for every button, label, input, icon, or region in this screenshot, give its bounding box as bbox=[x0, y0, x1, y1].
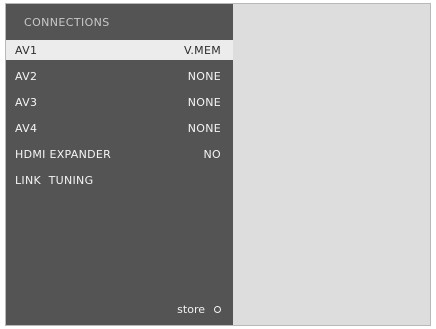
menu-item-value: NONE bbox=[187, 95, 221, 109]
connections-menu: CONNECTIONS AV1 V.MEM AV2 NONE AV3 NONE … bbox=[6, 4, 233, 325]
menu-list: AV1 V.MEM AV2 NONE AV3 NONE AV4 NONE HDM… bbox=[6, 40, 233, 196]
menu-item-av3[interactable]: AV3 NONE bbox=[6, 92, 233, 112]
menu-item-value: NONE bbox=[187, 69, 221, 83]
menu-item-av1[interactable]: AV1 V.MEM bbox=[6, 40, 233, 60]
store-button[interactable]: store bbox=[177, 303, 221, 316]
menu-item-av4[interactable]: AV4 NONE bbox=[6, 118, 233, 138]
menu-item-label: AV4 bbox=[15, 121, 38, 135]
circle-icon bbox=[214, 306, 221, 313]
menu-item-label: AV3 bbox=[15, 95, 38, 109]
menu-item-label: HDMI EXPANDER bbox=[15, 147, 112, 161]
preview-area bbox=[233, 4, 430, 325]
menu-item-value: V.MEM bbox=[183, 43, 221, 57]
menu-item-label: AV1 bbox=[15, 43, 38, 57]
menu-item-hdmi-expander[interactable]: HDMI EXPANDER NO bbox=[6, 144, 233, 164]
menu-title: CONNECTIONS bbox=[24, 16, 110, 29]
screen-frame: CONNECTIONS AV1 V.MEM AV2 NONE AV3 NONE … bbox=[5, 3, 431, 326]
menu-item-value: NO bbox=[203, 147, 221, 161]
menu-item-label: AV2 bbox=[15, 69, 38, 83]
store-label: store bbox=[177, 303, 205, 316]
menu-item-value: NONE bbox=[187, 121, 221, 135]
menu-item-link-tuning[interactable]: LINK TUNING bbox=[6, 170, 233, 190]
menu-item-av2[interactable]: AV2 NONE bbox=[6, 66, 233, 86]
menu-item-label: LINK TUNING bbox=[15, 173, 94, 187]
